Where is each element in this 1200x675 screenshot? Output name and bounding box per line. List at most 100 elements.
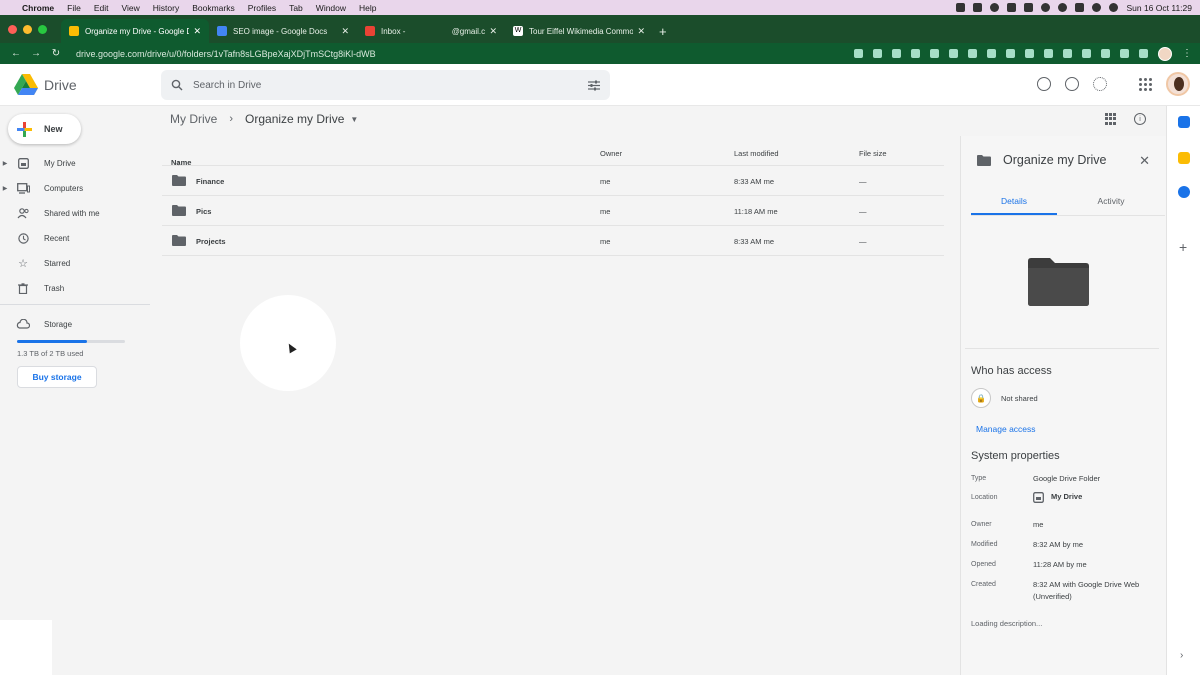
search-options-icon[interactable] bbox=[588, 80, 600, 91]
tray-icon[interactable] bbox=[973, 3, 983, 12]
new-button[interactable]: New bbox=[8, 114, 81, 144]
close-icon[interactable]: ✕ bbox=[637, 26, 645, 37]
url-field[interactable]: drive.google.com/drive/u/0/folders/1vTaf… bbox=[76, 46, 796, 62]
sidebar-item-recent[interactable]: Recent bbox=[0, 227, 150, 249]
close-icon[interactable]: ✕ bbox=[489, 26, 497, 37]
caret-right-icon[interactable]: ▶ bbox=[0, 185, 10, 192]
chevron-down-icon[interactable]: ▼ bbox=[350, 115, 358, 124]
settings-gear-icon[interactable] bbox=[1093, 77, 1107, 91]
sidebar-item-shared-with-me[interactable]: Shared with me bbox=[0, 202, 150, 224]
tasks-icon[interactable] bbox=[1178, 186, 1190, 198]
drive-logo[interactable]: Drive bbox=[14, 74, 160, 95]
zoom-window-button[interactable] bbox=[38, 24, 47, 34]
calendar-icon[interactable] bbox=[1178, 116, 1190, 128]
buy-storage-button[interactable]: Buy storage bbox=[17, 366, 97, 388]
column-file-size[interactable]: File size bbox=[859, 149, 887, 158]
close-window-button[interactable] bbox=[8, 24, 17, 34]
who-has-access-heading: Who has access bbox=[971, 365, 1052, 377]
extension-icon[interactable] bbox=[930, 49, 939, 58]
minimize-window-button[interactable] bbox=[23, 24, 32, 34]
extension-icon[interactable] bbox=[911, 49, 920, 58]
table-row[interactable]: Pics me 11:18 AM me — bbox=[162, 196, 944, 226]
account-avatar[interactable] bbox=[1166, 72, 1190, 96]
sidebar-item-computers[interactable]: ▶ Computers bbox=[0, 177, 150, 199]
column-owner[interactable]: Owner bbox=[600, 149, 622, 158]
puzzle-icon[interactable] bbox=[1101, 49, 1110, 58]
install-icon[interactable] bbox=[854, 49, 863, 58]
tab-activity[interactable]: Activity bbox=[1068, 196, 1154, 206]
star-icon[interactable] bbox=[892, 49, 901, 58]
help-icon[interactable] bbox=[1065, 77, 1079, 91]
close-icon[interactable]: ✕ bbox=[193, 26, 201, 37]
table-row[interactable]: Finance me 8:33 AM me — bbox=[162, 166, 944, 196]
new-tab-button[interactable]: + bbox=[659, 19, 667, 43]
extension-icon[interactable] bbox=[987, 49, 996, 58]
menu-window[interactable]: Window bbox=[316, 3, 346, 13]
grid-view-icon[interactable] bbox=[1105, 113, 1116, 125]
extension-icon[interactable] bbox=[1025, 49, 1034, 58]
breadcrumb-my-drive[interactable]: My Drive bbox=[170, 112, 217, 126]
profile-avatar[interactable] bbox=[1158, 46, 1172, 61]
extension-icon[interactable] bbox=[968, 49, 977, 58]
extension-icon[interactable] bbox=[1063, 49, 1072, 58]
extension-icon[interactable] bbox=[1082, 49, 1091, 58]
manage-access-link[interactable]: Manage access bbox=[976, 424, 1036, 434]
chevron-right-icon[interactable]: › bbox=[1180, 650, 1183, 661]
tab-organize-my-drive[interactable]: Organize my Drive - Google Dr ✕ bbox=[61, 19, 209, 43]
extension-icon[interactable] bbox=[1006, 49, 1015, 58]
tray-icon[interactable] bbox=[1024, 3, 1034, 12]
menu-file[interactable]: File bbox=[67, 3, 81, 13]
extension-icon[interactable] bbox=[949, 49, 958, 58]
menu-help[interactable]: Help bbox=[359, 3, 376, 13]
close-icon[interactable]: ✕ bbox=[1139, 153, 1150, 169]
menu-edit[interactable]: Edit bbox=[94, 3, 109, 13]
tray-icon[interactable] bbox=[1041, 3, 1051, 12]
close-icon[interactable]: ✕ bbox=[341, 26, 349, 37]
ready-offline-icon[interactable] bbox=[1037, 77, 1051, 91]
tab-tour-eiffel[interactable]: W Tour Eiffel Wikimedia Commons ✕ bbox=[505, 19, 653, 43]
forward-icon[interactable]: → bbox=[28, 48, 44, 59]
share-icon[interactable] bbox=[873, 49, 882, 58]
menu-tab[interactable]: Tab bbox=[289, 3, 303, 13]
menu-app[interactable]: Chrome bbox=[22, 3, 54, 13]
wifi-icon[interactable] bbox=[1092, 3, 1102, 12]
tray-icon[interactable] bbox=[990, 3, 1000, 12]
clock[interactable]: Sun 16 Oct 11:29 bbox=[1126, 3, 1192, 13]
sidebar-item-label: Recent bbox=[44, 233, 70, 243]
breadcrumb-current-folder[interactable]: Organize my Drive bbox=[245, 112, 344, 126]
tab-seo-image[interactable]: SEO image - Google Docs ✕ bbox=[209, 19, 357, 43]
tab-details[interactable]: Details bbox=[971, 196, 1057, 206]
tray-icon[interactable] bbox=[1007, 3, 1017, 12]
search-icon[interactable] bbox=[1109, 3, 1119, 12]
tray-icon[interactable] bbox=[1075, 3, 1085, 12]
cast-icon[interactable] bbox=[1120, 49, 1129, 58]
apps-grid-icon[interactable] bbox=[1139, 77, 1152, 91]
table-row[interactable]: Projects me 8:33 AM me — bbox=[162, 226, 944, 256]
reload-icon[interactable]: ↻ bbox=[48, 48, 64, 59]
info-icon[interactable]: i bbox=[1134, 113, 1146, 125]
menu-bookmarks[interactable]: Bookmarks bbox=[192, 3, 235, 13]
sidebar-item-starred[interactable]: ☆ Starred bbox=[0, 252, 150, 274]
sidebar-icon[interactable] bbox=[1139, 49, 1148, 58]
breadcrumb: My Drive › Organize my Drive ▼ bbox=[170, 112, 358, 126]
keep-icon[interactable] bbox=[1178, 152, 1190, 164]
column-last-modified[interactable]: Last modified bbox=[734, 149, 779, 158]
search-box[interactable]: Search in Drive bbox=[161, 70, 610, 100]
sidebar-item-storage[interactable]: Storage bbox=[0, 313, 150, 335]
back-icon[interactable]: ← bbox=[8, 48, 24, 59]
more-icon[interactable]: ⋮ bbox=[1182, 48, 1192, 59]
tray-icon[interactable] bbox=[956, 3, 966, 12]
extension-icon[interactable] bbox=[1044, 49, 1053, 58]
menu-view[interactable]: View bbox=[121, 3, 139, 13]
tab-inbox[interactable]: Inbox - @gmail.co ✕ bbox=[357, 19, 505, 43]
caret-right-icon[interactable]: ▶ bbox=[0, 160, 10, 167]
sidebar-item-trash[interactable]: Trash bbox=[0, 277, 150, 299]
menu-history[interactable]: History bbox=[153, 3, 179, 13]
prop-value-location[interactable]: My Drive bbox=[1033, 491, 1163, 503]
menu-profiles[interactable]: Profiles bbox=[248, 3, 276, 13]
sidebar-item-my-drive[interactable]: ▶ My Drive bbox=[0, 152, 150, 174]
add-addon-icon[interactable]: + bbox=[1179, 239, 1187, 255]
header-actions bbox=[1037, 72, 1190, 96]
macos-menu-bar: Chrome File Edit View History Bookmarks … bbox=[0, 0, 1200, 15]
tray-icon[interactable] bbox=[1058, 3, 1068, 12]
